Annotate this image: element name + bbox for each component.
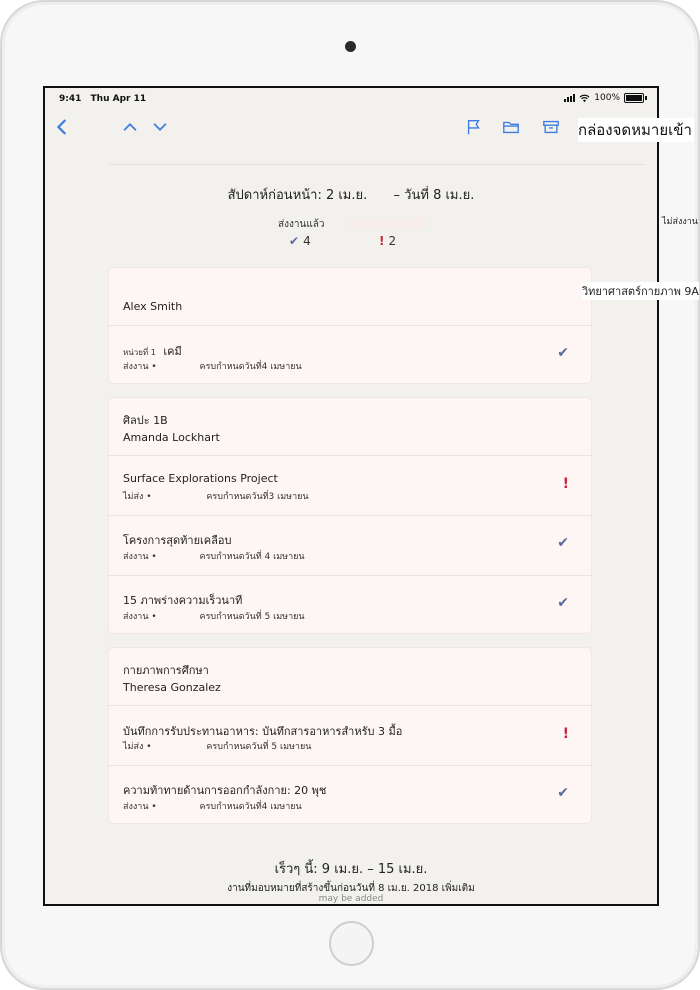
assignment-title: 15 ภาพร่างความเร็วนาที	[123, 594, 243, 607]
week-header: สัปดาห์ก่อนหน้า: 2 เม.ย. – วันที่ 8 เม.ย…	[45, 184, 657, 205]
status-time: 9:41	[59, 94, 82, 104]
class-name: ศิลปะ 1B	[123, 414, 168, 427]
class-name-overflow: วิทยาศาสตร์กายภาพ 9A	[582, 282, 699, 300]
assignment-status: ไม่ส่ง •	[123, 492, 152, 502]
ipad-frame: 9:41 Thu Apr 11 100% สัปดาห์ก่อนหน้า: 2 …	[0, 0, 700, 990]
assignment-due: ครบกำหนดวันที่ 5 เมษายน	[206, 742, 312, 752]
flag-icon[interactable]	[463, 116, 485, 138]
assignment-row[interactable]: 15 ภาพร่างความเร็วนาที ส่งงาน • ครบกำหนด…	[109, 575, 591, 634]
upcoming-note-continued: may be added	[318, 894, 384, 904]
assignment-due: ครบกำหนดวันที่4 เมษายน	[199, 362, 302, 372]
divider	[109, 164, 645, 165]
camera	[345, 41, 356, 52]
unit-label: หน่วยที่ 1	[123, 348, 156, 357]
teacher-name: Amanda Lockhart	[123, 431, 220, 444]
class-name: กายภาพการศึกษา	[123, 664, 209, 677]
class-card: ศิลปะ 1B Amanda Lockhart Surface Explora…	[109, 398, 591, 633]
battery-percent: 100%	[594, 93, 620, 103]
check-icon: ✔	[557, 345, 569, 361]
not-turned-in-label: ไม่ส่งงาน	[662, 217, 698, 227]
wifi-icon	[579, 94, 590, 102]
assignment-row[interactable]: บันทึกการรับประทานอาหาร: บันทึกสารอาหารส…	[109, 705, 591, 765]
next-icon[interactable]	[149, 116, 171, 138]
assignment-due: ครบกำหนดวันที่ 5 เมษายน	[199, 612, 305, 622]
check-icon: ✔	[557, 785, 569, 801]
missing-icon: !	[562, 726, 569, 742]
missing-icon: !	[379, 234, 385, 248]
assignment-row[interactable]: โครงการสุดท้ายเคลือบ ส่งงาน • ครบกำหนดวั…	[109, 515, 591, 575]
assignment-status: ส่งงาน •	[123, 802, 157, 812]
assignment-due: ครบกำหนดวันที่3 เมษายน	[206, 492, 309, 502]
assignment-title: บันทึกการรับประทานอาหาร: บันทึกสารอาหารส…	[123, 725, 403, 738]
assignment-title: Surface Explorations Project	[123, 472, 278, 485]
missing-count: 2	[388, 234, 397, 248]
check-icon: ✔	[557, 535, 569, 551]
missing-icon: !	[562, 476, 569, 492]
not-turned-in-label-placeholder	[350, 218, 426, 229]
status-bar: 9:41 Thu Apr 11 100%	[45, 88, 657, 110]
folder-icon[interactable]	[500, 116, 522, 138]
assignment-status: ส่งงาน •	[123, 612, 157, 622]
turned-in-summary: ✔ 4	[289, 234, 311, 248]
class-card: กายภาพการศึกษา Theresa Gonzalez บันทึกกา…	[109, 648, 591, 823]
turned-in-count: 4	[303, 234, 311, 248]
back-icon[interactable]	[51, 116, 73, 138]
class-card: Alex Smith หน่วยที่ 1 เคมี ส่งงาน • ครบก…	[109, 268, 591, 383]
toolbar	[45, 112, 657, 144]
week-header-end: – วันที่ 8 เม.ย.	[393, 188, 475, 203]
assignment-title: โครงการสุดท้ายเคลือบ	[123, 534, 232, 547]
week-header-start: สัปดาห์ก่อนหน้า: 2 เม.ย.	[227, 188, 368, 203]
screen: 9:41 Thu Apr 11 100% สัปดาห์ก่อนหน้า: 2 …	[43, 86, 659, 906]
archive-icon[interactable]	[540, 116, 562, 138]
assignment-status: ไม่ส่ง •	[123, 742, 152, 752]
teacher-name: Theresa Gonzalez	[123, 681, 221, 694]
assignment-title: ความท้าทายด้านการออกกำลังกาย: 20 พุช	[123, 784, 327, 797]
battery-icon	[624, 93, 644, 103]
check-icon: ✔	[289, 234, 300, 248]
assignment-status: ส่งงาน •	[123, 552, 157, 562]
assignment-due: ครบกำหนดวันที่4 เมษายน	[199, 802, 302, 812]
missing-summary: ! 2	[379, 234, 396, 248]
turned-in-label: ส่งงานแล้ว	[278, 219, 325, 230]
home-button[interactable]	[329, 921, 374, 966]
assignment-title: เคมี	[163, 345, 182, 358]
status-date: Thu Apr 11	[90, 94, 147, 104]
assignment-due: ครบกำหนดวันที่ 4 เมษายน	[199, 552, 305, 562]
upcoming-week-header: เร็วๆ นี้: 9 เม.ย. – 15 เม.ย.	[274, 862, 428, 877]
assignment-row[interactable]: ความท้าทายด้านการออกกำลังกาย: 20 พุช ส่ง…	[109, 765, 591, 824]
inbox-title: กล่องจดหมายเข้า	[578, 118, 694, 142]
assignment-row[interactable]: หน่วยที่ 1 เคมี ส่งงาน • ครบกำหนดวันที่4…	[109, 325, 591, 383]
assignment-row[interactable]: Surface Explorations Project ไม่ส่ง • คร…	[109, 455, 591, 515]
teacher-name: Alex Smith	[123, 300, 183, 313]
previous-icon[interactable]	[119, 116, 141, 138]
signal-icon	[564, 94, 576, 102]
assignment-status: ส่งงาน •	[123, 362, 157, 372]
check-icon: ✔	[557, 595, 569, 611]
